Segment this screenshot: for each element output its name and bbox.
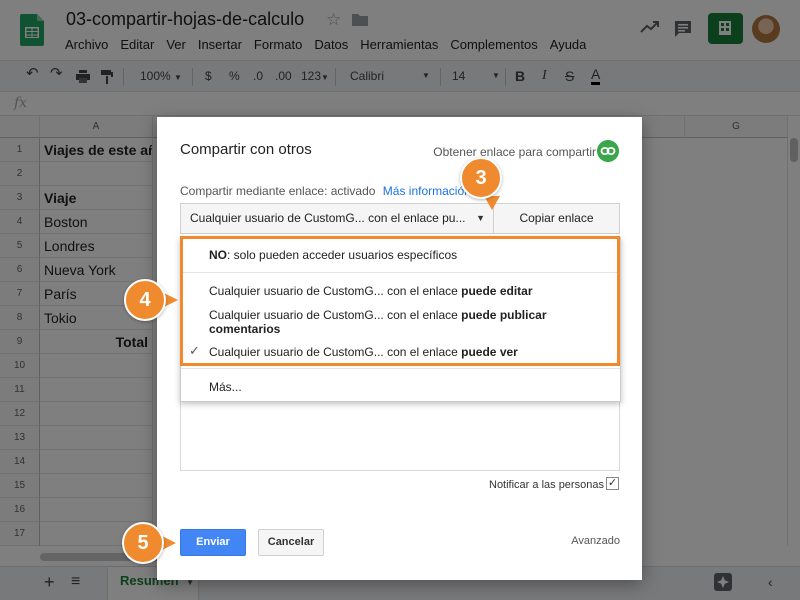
- cancel-button[interactable]: Cancelar: [258, 529, 324, 556]
- option-more[interactable]: Más...: [181, 380, 620, 394]
- notify-people-checkbox[interactable]: ✓: [606, 477, 619, 490]
- menu-divider: [181, 368, 620, 369]
- step-3-badge: 3: [460, 157, 502, 199]
- dialog-title: Compartir con otros: [180, 141, 312, 158]
- copy-link-button[interactable]: Copiar enlace: [493, 203, 620, 234]
- link-status-text: Compartir mediante enlace: activado: [180, 184, 376, 198]
- step-4-badge: 4: [124, 279, 166, 321]
- link-sharing-status: Compartir mediante enlace: activado Más …: [180, 184, 471, 198]
- link-access-select[interactable]: Cualquier usuario de CustomG... con el e…: [180, 203, 494, 234]
- invite-people-field[interactable]: [180, 401, 620, 471]
- access-select-value: Cualquier usuario de CustomG... con el e…: [190, 211, 466, 225]
- more-info-link[interactable]: Más información: [383, 184, 471, 198]
- highlight-frame: [180, 236, 620, 366]
- send-button[interactable]: Enviar: [180, 529, 246, 556]
- link-icon[interactable]: [597, 140, 619, 162]
- get-shareable-link[interactable]: Obtener enlace para compartir: [433, 145, 596, 159]
- notify-people-label: Notificar a las personas: [489, 479, 604, 491]
- step-5-badge: 5: [122, 522, 164, 564]
- advanced-link[interactable]: Avanzado: [571, 535, 620, 547]
